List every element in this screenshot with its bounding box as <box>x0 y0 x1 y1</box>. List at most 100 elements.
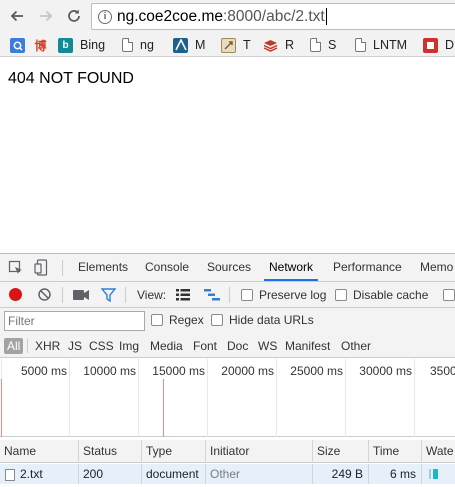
timeline-tick-label: 10000 ms <box>83 364 136 378</box>
bookmark-lntm[interactable]: LNTM <box>355 36 407 54</box>
hide-data-urls-label: Hide data URLs <box>229 313 314 327</box>
bookmark-r[interactable]: R <box>263 36 294 54</box>
bookmark-label: S <box>328 38 337 52</box>
bookmark-1[interactable] <box>10 36 32 54</box>
bookmark-t-icon <box>221 37 236 53</box>
tab-performance[interactable]: Performance <box>333 254 402 281</box>
type-filter-img[interactable]: Img <box>117 338 141 354</box>
timeline-tick-label: 3500 <box>430 364 455 378</box>
bookmark-bing[interactable]: b Bing <box>58 36 105 54</box>
bookmark-ng[interactable]: ng <box>122 36 154 54</box>
devtools-tabbar: Elements Console Sources Network Perform… <box>0 254 455 282</box>
waterfall-overview-icon[interactable] <box>204 289 220 301</box>
column-header-initiator[interactable]: Initiator <box>206 440 313 463</box>
load-event-marker <box>163 379 164 437</box>
bookmark-label: LNTM <box>373 38 408 52</box>
divider <box>62 260 63 276</box>
bookmark-d[interactable]: D <box>423 36 454 54</box>
request-name-cell[interactable]: 2.txt <box>0 464 79 484</box>
column-header-status[interactable]: Status <box>79 440 142 463</box>
bookmark-label: Bing <box>80 38 106 52</box>
tab-memory[interactable]: Memo <box>420 254 453 281</box>
table-row[interactable]: 2.txt 200 document Other 249 B 6 ms <box>0 464 455 484</box>
request-time: 6 ms <box>369 464 422 484</box>
request-waterfall <box>422 464 455 484</box>
offline-checkbox[interactable] <box>443 289 455 301</box>
inspect-element-icon[interactable] <box>8 260 24 276</box>
device-toolbar-icon[interactable] <box>34 259 50 276</box>
disable-cache-label: Disable cache <box>353 288 429 302</box>
column-header-time[interactable]: Time <box>369 440 422 463</box>
type-filter-doc[interactable]: Doc <box>225 338 250 354</box>
column-header-waterfall[interactable]: Wate <box>422 440 455 463</box>
type-filter-ws[interactable]: WS <box>256 338 279 354</box>
request-initiator: Other <box>206 464 313 484</box>
timeline-tick-label: 5000 ms <box>20 364 67 378</box>
type-filter-css[interactable]: CSS <box>87 338 116 354</box>
load-event-marker <box>1 379 2 437</box>
tab-sources[interactable]: Sources <box>207 254 251 281</box>
bookmark-label: ng <box>140 38 154 52</box>
timeline-overview[interactable]: 5000 ms 10000 ms 15000 ms 20000 ms 25000… <box>0 359 455 437</box>
type-filter-media[interactable]: Media <box>148 338 185 354</box>
url-text: ng.coe2coe.me:8000/abc/2.txt <box>117 7 327 25</box>
type-filter-manifest[interactable]: Manifest <box>283 338 332 354</box>
large-rows-icon[interactable] <box>176 289 190 301</box>
back-arrow-icon[interactable] <box>6 5 28 27</box>
preserve-log-checkbox[interactable] <box>241 289 253 301</box>
type-filter-js[interactable]: JS <box>66 338 84 354</box>
regex-label: Regex <box>169 313 204 327</box>
network-toolbar: View: Preserve log Disable cache <box>0 282 455 308</box>
bookmark-label: T <box>243 38 251 52</box>
preserve-log-label: Preserve log <box>259 288 327 302</box>
bookmark-2[interactable]: 博 <box>33 36 55 54</box>
address-bar[interactable]: i ng.coe2coe.me:8000/abc/2.txt <box>91 3 455 30</box>
type-filter-xhr[interactable]: XHR <box>33 338 62 354</box>
type-filter-all[interactable]: All <box>4 338 24 354</box>
bookmark-label: M <box>195 38 206 52</box>
bookmark-bo-icon: 博 <box>34 38 47 53</box>
browser-toolbar: i ng.coe2coe.me:8000/abc/2.txt <box>0 0 455 33</box>
hide-data-urls-checkbox[interactable] <box>211 314 223 326</box>
bookmark-label: D <box>445 38 455 52</box>
error-message: 404 NOT FOUND <box>8 70 134 87</box>
bookmark-t[interactable]: T <box>221 36 251 54</box>
filter-input[interactable] <box>4 311 145 331</box>
timeline-tick-label: 30000 ms <box>359 364 412 378</box>
record-icon[interactable] <box>9 288 22 301</box>
request-status: 200 <box>79 464 142 484</box>
request-type: document <box>142 464 206 484</box>
divider <box>125 287 126 303</box>
document-icon <box>5 468 15 481</box>
type-filter-font[interactable]: Font <box>191 338 219 354</box>
column-header-type[interactable]: Type <box>142 440 206 463</box>
tab-elements[interactable]: Elements <box>78 254 128 281</box>
forward-arrow-icon[interactable] <box>35 5 57 27</box>
bookmark-r-icon <box>263 38 278 53</box>
page-icon <box>122 38 133 52</box>
type-filter-other[interactable]: Other <box>339 338 373 354</box>
clear-icon[interactable] <box>37 287 52 302</box>
requests-table-header: Name Status Type Initiator Size Time Wat… <box>0 440 455 463</box>
info-icon[interactable]: i <box>98 9 112 24</box>
bookmark-s[interactable]: S <box>310 36 336 54</box>
bookmark-app-icon <box>10 37 25 53</box>
request-name: 2.txt <box>20 467 43 481</box>
regex-checkbox[interactable] <box>151 314 163 326</box>
tab-console[interactable]: Console <box>145 254 189 281</box>
waterfall-wait-bar <box>429 469 431 479</box>
reload-icon[interactable] <box>63 5 85 27</box>
bookmarks-bar: 博 b Bing ng M T R S LNTM D <box>0 33 455 57</box>
filter-bar: Regex Hide data URLs <box>0 308 455 334</box>
disable-cache-checkbox[interactable] <box>335 289 347 301</box>
column-header-size[interactable]: Size <box>313 440 369 463</box>
tab-network[interactable]: Network <box>264 254 319 281</box>
column-header-name[interactable]: Name <box>0 440 79 463</box>
capture-screenshots-icon[interactable] <box>73 289 90 301</box>
divider <box>27 339 28 353</box>
filter-icon[interactable] <box>100 288 117 303</box>
page-content: 404 NOT FOUND <box>0 58 455 252</box>
devtools-panel: Elements Console Sources Network Perform… <box>0 253 455 487</box>
bookmark-m[interactable]: M <box>173 36 205 54</box>
request-size: 249 B <box>313 464 369 484</box>
